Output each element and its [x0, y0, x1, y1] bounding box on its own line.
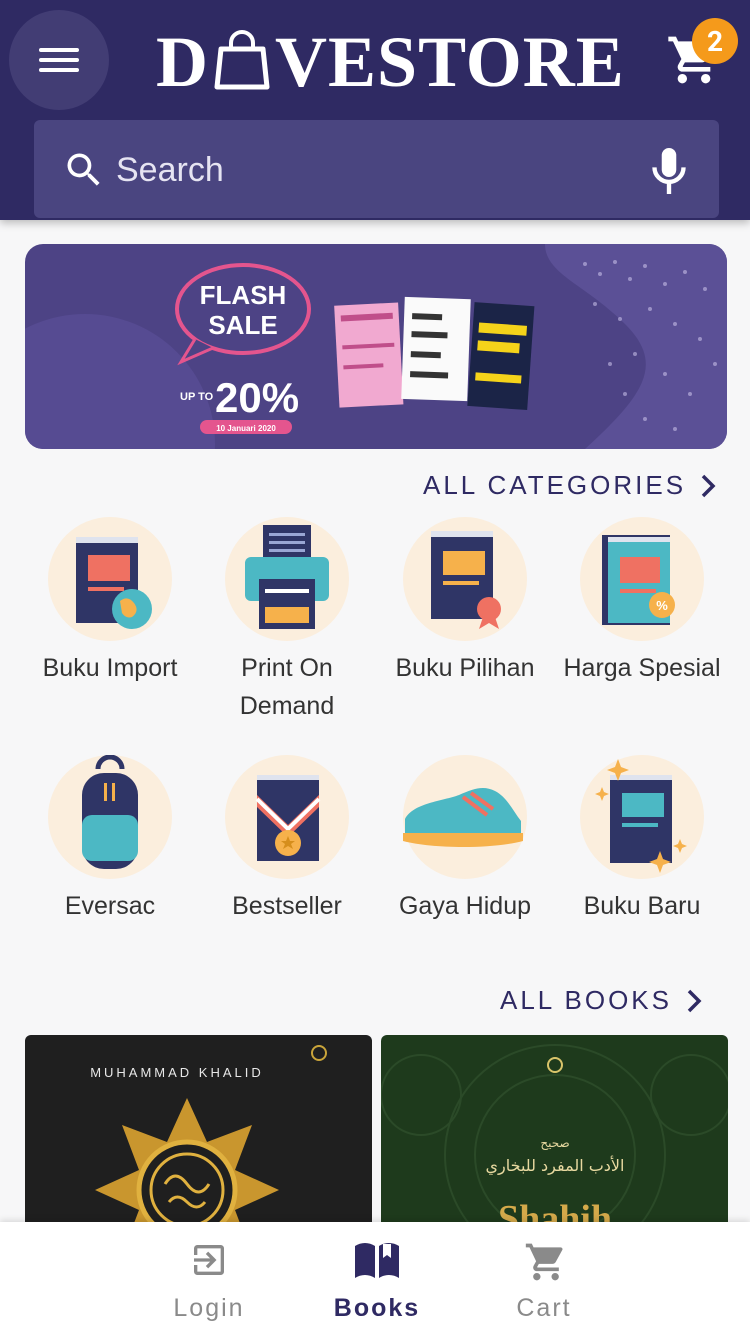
svg-text:صحيح: صحيح: [540, 1136, 569, 1150]
svg-text:الأدب المفرد للبخاري: الأدب المفرد للبخاري: [486, 1155, 625, 1176]
category-label: Bestseller: [232, 892, 342, 920]
category-gaya-hidup[interactable]: Gaya Hidup: [376, 755, 554, 925]
banner-percent-text: 20%: [215, 374, 299, 421]
book-ribbon-icon: [431, 531, 501, 629]
category-print-on-demand[interactable]: Print On Demand: [198, 517, 376, 725]
book-discount-icon: %: [602, 535, 675, 625]
sneaker-icon: [403, 788, 523, 847]
category-bestseller[interactable]: Bestseller: [198, 755, 376, 925]
book-card[interactable]: MUHAMMAD KHALID: [25, 1035, 372, 1235]
category-label: Harga Spesial: [563, 654, 721, 682]
category-buku-import[interactable]: Buku Import: [21, 517, 199, 687]
book-card[interactable]: صحيح الأدب المفرد للبخاري Shahih: [381, 1035, 728, 1235]
cart-count-badge: 2: [692, 18, 738, 64]
book-cover: صحيح الأدب المفرد للبخاري Shahih: [381, 1044, 728, 1235]
category-harga-spesial[interactable]: % Harga Spesial: [553, 517, 731, 687]
hamburger-icon: [39, 48, 79, 52]
book-globe-icon: [76, 537, 152, 629]
shopping-bag-icon: [214, 30, 270, 90]
category-label: Gaya Hidup: [398, 892, 532, 920]
banner-art: FLASH SALE UP TO 20% 10 Januari 2020: [25, 244, 727, 449]
category-label: Buku Import: [42, 654, 178, 682]
app-header: D VESTORE 2: [0, 0, 750, 220]
printer-icon: [245, 525, 329, 629]
category-label: Eversac: [64, 892, 156, 920]
login-icon: [194, 1245, 224, 1275]
search-icon: [67, 153, 100, 186]
category-label: Print On Demand: [239, 654, 335, 720]
book-sparkle-icon: [595, 759, 687, 873]
banner-date-text: 10 Januari 2020: [216, 424, 276, 433]
flash-sale-banner[interactable]: FLASH SALE UP TO 20% 10 Januari 2020: [25, 244, 727, 449]
banner-upto-text: UP TO: [180, 391, 214, 403]
chevron-right-icon: [687, 989, 702, 1012]
search-bar[interactable]: [34, 120, 719, 218]
menu-button[interactable]: [9, 10, 109, 110]
category-buku-pilihan[interactable]: Buku Pilihan: [376, 517, 554, 687]
category-label: Buku Pilihan: [395, 654, 535, 682]
book-cover: MUHAMMAD KHALID: [90, 1045, 327, 1235]
nav-books-label: Books: [333, 1294, 421, 1322]
cart-icon: [525, 1243, 563, 1281]
category-buku-baru[interactable]: Buku Baru: [553, 755, 731, 925]
banner-sale-text: SALE: [208, 310, 277, 340]
nav-login[interactable]: Login: [149, 1222, 269, 1334]
microphone-icon[interactable]: [652, 148, 686, 194]
chevron-right-icon: [701, 474, 716, 497]
nav-books[interactable]: Books: [317, 1222, 437, 1334]
all-books-link[interactable]: ALL BOOKS: [500, 985, 702, 1016]
nav-login-label: Login: [173, 1294, 245, 1322]
book-medal-icon: [255, 775, 321, 861]
nav-cart-label: Cart: [516, 1294, 572, 1322]
svg-text:%: %: [656, 598, 668, 613]
bottom-navigation: Login Books Cart: [0, 1222, 750, 1334]
nav-cart[interactable]: Cart: [484, 1222, 604, 1334]
book-author: MUHAMMAD KHALID: [90, 1065, 264, 1080]
open-book-icon: [355, 1243, 399, 1278]
store-logo[interactable]: D VESTORE: [156, 22, 625, 102]
backpack-icon: [82, 755, 138, 869]
category-label: Buku Baru: [583, 892, 701, 920]
category-eversac[interactable]: Eversac: [21, 755, 199, 925]
all-categories-link[interactable]: ALL CATEGORIES: [423, 470, 716, 501]
search-input[interactable]: [114, 138, 618, 202]
banner-flash-text: FLASH: [200, 280, 287, 310]
